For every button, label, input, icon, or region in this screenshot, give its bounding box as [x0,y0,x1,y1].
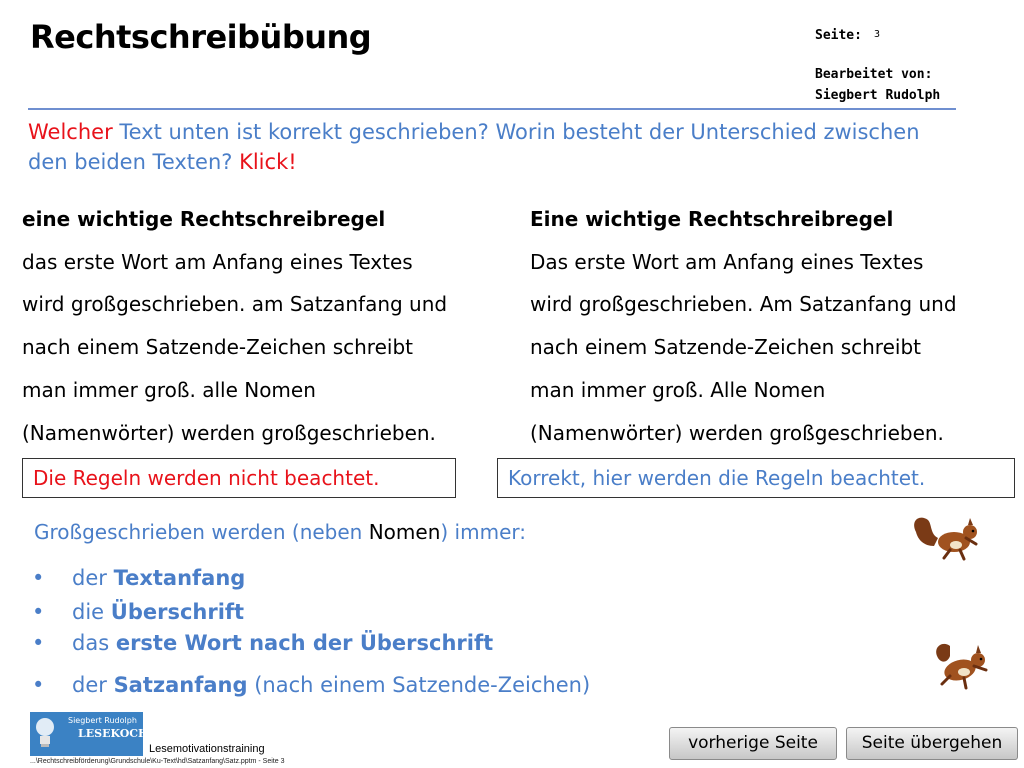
answer-wrong-button[interactable]: Die Regeln werden nicht beachtet. [22,458,456,498]
right-line: man immer groß. Alle Nomen [530,377,826,402]
lesekoch-logo: Siegbert Rudolph LESEKOCH [30,712,148,756]
rule-keyword: erste Wort nach der Überschrift [115,631,494,655]
logo-author: Siegbert Rudolph [68,716,137,725]
rule-text: (nach einem Satzende-Zeichen) [247,673,591,697]
left-line: nach einem Satzende-Zeichen schreibt [22,335,413,360]
right-line: wird großgeschrieben. Am Satzanfang und [530,292,957,317]
answer-correct-button[interactable]: Korrekt, hier werden die Regeln beachtet… [497,458,1015,498]
bulb-logo-icon [36,718,54,747]
page-number: 3 [874,29,881,40]
right-line: Das erste Wort am Anfang eines Textes [530,249,924,274]
left-text-column: eine wichtige Rechtschreibregel das erst… [22,198,512,454]
squirrel-image [936,643,988,690]
rules-intro-post: ) immer: [440,520,526,544]
question-body: Text unten ist korrekt geschrieben? Wori… [28,120,920,174]
right-line: nach einem Satzende-Zeichen schreibt [530,335,921,360]
right-line: (Namenwörter) werden großgeschrieben. [530,420,944,445]
bullet-icon: • [32,600,45,624]
bullet-icon: • [32,566,45,590]
left-line: das erste Wort am Anfang eines Textes [22,249,413,274]
file-path: ...\Rechtschreibförderung\Grundschule\Ku… [30,758,285,765]
rule-text: der [72,566,114,590]
training-label: Lesemotivationstraining [149,743,265,755]
header-divider [28,108,956,110]
bullet-icon: • [32,673,45,697]
rule-text: das [72,631,116,655]
edited-by-label: Bearbeitet von: [815,67,933,82]
left-line: wird großgeschrieben. am Satzanfang und [22,292,448,317]
rule-text: der [72,673,114,697]
squirrel-image [914,517,978,561]
rule-list-item: • das erste Wort nach der Überschrift [32,631,493,655]
rule-keyword: Satzanfang [113,673,248,697]
left-line: man immer groß. alle Nomen [22,377,316,402]
rules-intro-pre: Großgeschrieben werden (neben [34,520,369,544]
page-label: Seite: [815,28,862,43]
author-name: Siegbert Rudolph [815,88,941,103]
right-heading: Eine wichtige Rechtschreibregel [530,207,894,231]
rule-list-item: • der Textanfang [32,566,245,590]
rule-keyword: Überschrift [110,600,245,624]
question-text: Welcher Text unten ist korrekt geschrieb… [28,117,928,177]
rule-list-item: • der Satzanfang (nach einem Satzende-Zei… [32,673,590,697]
rule-keyword: Textanfang [113,566,246,590]
rules-intro-noun: Nomen [368,520,441,544]
page-title: Rechtschreibübung [30,18,372,56]
question-word-red: Welcher [28,120,113,144]
left-heading: eine wichtige Rechtschreibregel [22,207,386,231]
logo-brand: LESEKOCH [78,727,149,740]
left-line: (Namenwörter) werden großgeschrieben. [22,420,436,445]
right-text-column: Eine wichtige Rechtschreibregel Das erst… [530,198,1020,454]
question-click[interactable]: Klick! [239,150,297,174]
rules-intro: Großgeschrieben werden (neben Nomen) imm… [34,520,526,544]
rule-text: die [72,600,111,624]
previous-page-button[interactable]: vorherige Seite [669,727,837,760]
skip-page-button[interactable]: Seite übergehen [846,727,1018,760]
bullet-icon: • [32,631,45,655]
rule-list-item: • die Überschrift [32,600,244,624]
